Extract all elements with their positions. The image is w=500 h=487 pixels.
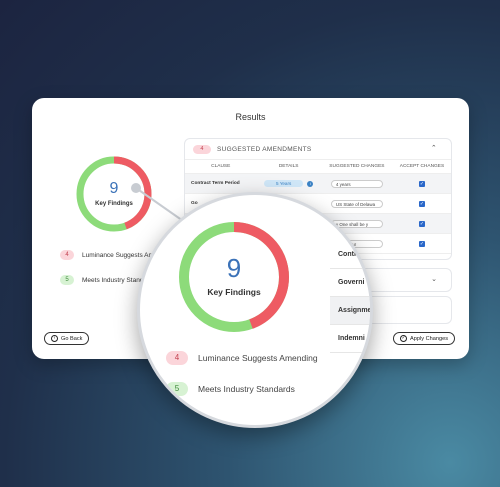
list-item: Indemni [330, 325, 370, 353]
amend-label-large: Luminance Suggests Amending [198, 353, 318, 363]
magnifier-lens: 9 Key Findings Contr Governi Assignme In… [137, 192, 373, 428]
meets-label-large: Meets Industry Standards [198, 384, 295, 394]
list-item: Contr [330, 241, 370, 269]
legend-meets-large: 5 Meets Industry Standards [166, 382, 295, 396]
list-item: Assignme [330, 297, 370, 325]
magnified-clause-rows: Contr Governi Assignme Indemni [330, 241, 370, 353]
list-item: Governi [330, 269, 370, 297]
amend-count-pill-large: 4 [166, 351, 188, 365]
meets-count-pill-large: 5 [166, 382, 188, 396]
legend-amend-large: 4 Luminance Suggests Amending [166, 351, 318, 365]
key-findings-count-large: 9 [227, 253, 241, 283]
key-findings-label-large: Key Findings [207, 287, 261, 297]
